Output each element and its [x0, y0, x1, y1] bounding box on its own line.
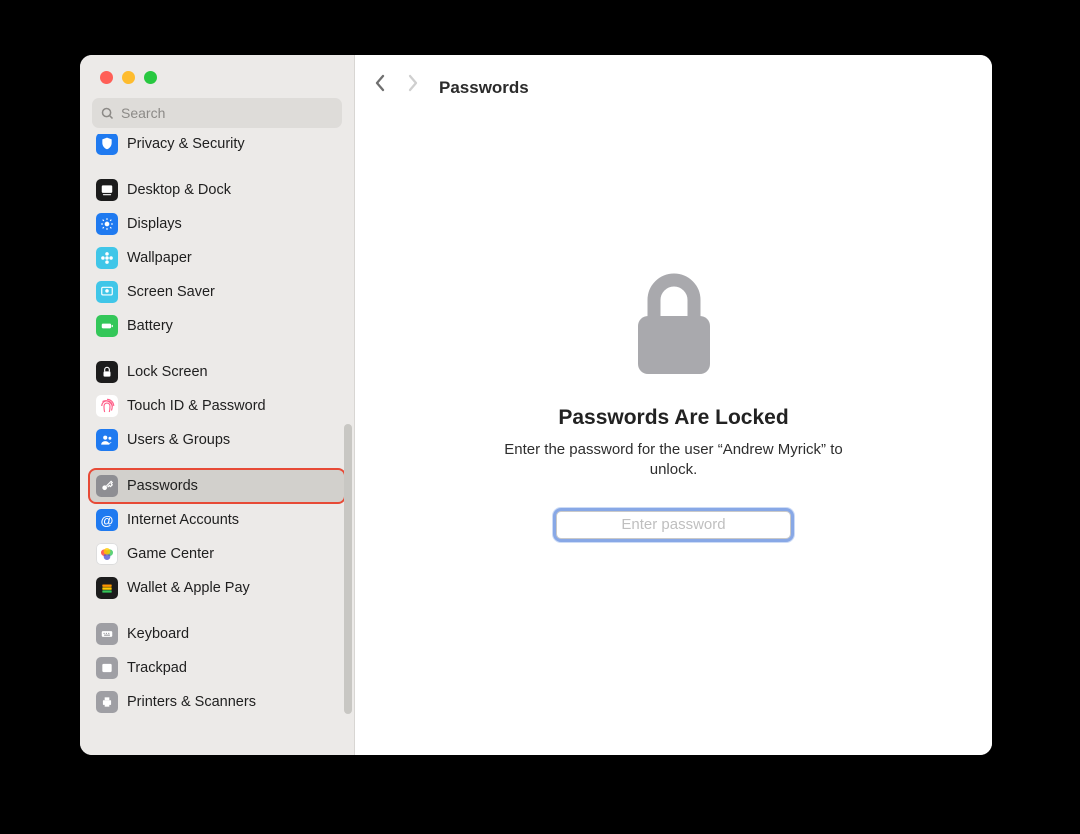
keyboard-icon	[96, 623, 118, 645]
search-field[interactable]	[92, 98, 342, 128]
key-icon	[96, 475, 118, 497]
main-panel: Passwords Passwords Are Locked Enter the…	[355, 55, 992, 755]
back-button[interactable]	[373, 71, 391, 89]
sidebar-item-label: Passwords	[127, 478, 198, 494]
sidebar-item-keyboard[interactable]: Keyboard	[90, 618, 344, 650]
sidebar-item-label: Privacy & Security	[127, 136, 245, 152]
printer-icon	[96, 691, 118, 713]
window-controls	[80, 55, 354, 98]
sidebar-item-game-center[interactable]: Game Center	[90, 538, 344, 570]
sidebar-item-label: Trackpad	[127, 660, 187, 676]
sun-icon	[96, 213, 118, 235]
sidebar-item-privacy-security[interactable]: Privacy & Security	[90, 134, 344, 160]
titlebar: Passwords	[355, 55, 992, 114]
sidebar-item-lock-screen[interactable]: Lock Screen	[90, 356, 344, 388]
sidebar-item-displays[interactable]: Displays	[90, 208, 344, 240]
sidebar-scroll[interactable]: Privacy & Security Desktop & Dock Displa…	[80, 134, 354, 755]
search-icon	[100, 106, 115, 121]
hand-icon	[96, 134, 118, 155]
forward-button[interactable]	[406, 71, 424, 89]
sidebar-item-wallet[interactable]: Wallet & Apple Pay	[90, 572, 344, 604]
sidebar-item-users-groups[interactable]: Users & Groups	[90, 424, 344, 456]
sidebar-item-label: Printers & Scanners	[127, 694, 256, 710]
sidebar-item-passwords[interactable]: Passwords	[90, 470, 344, 502]
sidebar-item-label: Lock Screen	[127, 364, 208, 380]
sidebar-item-label: Wallet & Apple Pay	[127, 580, 250, 596]
sidebar-item-wallpaper[interactable]: Wallpaper	[90, 242, 344, 274]
sidebar-item-label: Keyboard	[127, 626, 189, 642]
battery-icon	[96, 315, 118, 337]
password-input[interactable]	[556, 511, 791, 539]
flower-icon	[96, 247, 118, 269]
sidebar-item-battery[interactable]: Battery	[90, 310, 344, 342]
locked-subtext: Enter the password for the user “Andrew …	[504, 440, 844, 481]
sidebar-item-touch-id[interactable]: Touch ID & Password	[90, 390, 344, 422]
sidebar-item-label: Internet Accounts	[127, 512, 239, 528]
sidebar-scrollbar[interactable]	[344, 424, 352, 714]
sidebar-item-screen-saver[interactable]: Screen Saver	[90, 276, 344, 308]
sidebar-item-label: Desktop & Dock	[127, 182, 231, 198]
users-icon	[96, 429, 118, 451]
fingerprint-icon	[96, 395, 118, 417]
sidebar-item-label: Touch ID & Password	[127, 398, 266, 414]
trackpad-icon	[96, 657, 118, 679]
locked-heading: Passwords Are Locked	[558, 406, 788, 430]
sidebar-item-label: Users & Groups	[127, 432, 230, 448]
sidebar: Privacy & Security Desktop & Dock Displa…	[80, 55, 355, 755]
gamecenter-icon	[96, 543, 118, 565]
sidebar-item-label: Displays	[127, 216, 182, 232]
sidebar-item-internet-accounts[interactable]: @ Internet Accounts	[90, 504, 344, 536]
sidebar-item-label: Wallpaper	[127, 250, 192, 266]
sidebar-item-trackpad[interactable]: Trackpad	[90, 652, 344, 684]
locked-content: Passwords Are Locked Enter the password …	[355, 114, 992, 755]
search-input[interactable]	[121, 105, 334, 121]
settings-window: Privacy & Security Desktop & Dock Displa…	[80, 55, 992, 755]
sidebar-item-label: Game Center	[127, 546, 214, 562]
at-icon: @	[96, 509, 118, 531]
sidebar-item-label: Battery	[127, 318, 173, 334]
dock-icon	[96, 179, 118, 201]
minimize-window-button[interactable]	[122, 71, 135, 84]
close-window-button[interactable]	[100, 71, 113, 84]
page-title: Passwords	[439, 78, 529, 98]
lockscreen-icon	[96, 361, 118, 383]
fullscreen-window-button[interactable]	[144, 71, 157, 84]
sidebar-item-label: Screen Saver	[127, 284, 215, 300]
sidebar-item-desktop-dock[interactable]: Desktop & Dock	[90, 174, 344, 206]
wallet-icon	[96, 577, 118, 599]
lock-icon	[624, 264, 724, 384]
screensaver-icon	[96, 281, 118, 303]
sidebar-item-printers[interactable]: Printers & Scanners	[90, 686, 344, 718]
